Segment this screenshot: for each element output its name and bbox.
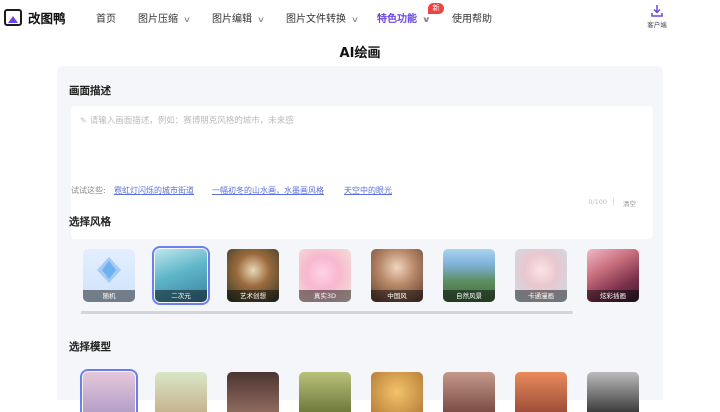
nav-features-label: 特色功能 xyxy=(377,14,417,25)
nav-edit-label: 图片编辑 xyxy=(212,14,252,25)
diamond-icon xyxy=(97,257,121,283)
chevron-down-icon: ∨ xyxy=(256,15,266,24)
nav-compress-label: 图片压缩 xyxy=(138,14,178,25)
nav-help[interactable]: 使用帮助 xyxy=(452,10,492,25)
nav-convert[interactable]: 图片文件转换 ∨ xyxy=(286,10,360,25)
chevron-down-icon: ∨ xyxy=(182,15,192,24)
nav-help-label: 使用帮助 xyxy=(452,14,492,25)
model-thumbnail xyxy=(371,372,423,412)
download-icon xyxy=(651,5,663,17)
clear-button[interactable]: 清空 xyxy=(623,198,636,208)
style-card-cartoon[interactable]: 卡通漫画 xyxy=(515,249,567,302)
model-thumbnail xyxy=(443,372,495,412)
chevron-down-icon: ∨ xyxy=(350,15,360,24)
model-thumbnail xyxy=(515,372,567,412)
description-title: 画面描述 xyxy=(69,85,111,97)
nav-home-label: 首页 xyxy=(96,14,116,25)
style-caption: 自然风景 xyxy=(443,290,495,302)
horizontal-scrollbar[interactable] xyxy=(81,311,573,314)
style-caption: 卡通漫画 xyxy=(515,290,567,302)
model-card[interactable] xyxy=(443,372,495,412)
model-card[interactable] xyxy=(371,372,423,412)
model-section-title: 选择模型 xyxy=(69,341,111,353)
ai-painting-panel: 画面描述 ✎ 请输入画面描述，例如：赛博朋克风格的城市，未来感 0/100 清空 … xyxy=(57,66,663,412)
placeholder-text: 请输入画面描述，例如：赛博朋克风格的城市，未来感 xyxy=(89,116,294,126)
suggestion-link[interactable]: 霓虹灯闪烁的城市街道 xyxy=(114,185,194,196)
suggestion-link[interactable]: 一幅初冬的山水画，水墨画风格 xyxy=(212,185,324,196)
style-caption: 随机 xyxy=(83,290,135,302)
model-card[interactable] xyxy=(587,372,639,412)
chevron-down-icon: ∨ xyxy=(421,15,431,24)
nav-features[interactable]: 特色功能 ∨ xyxy=(377,10,431,25)
model-card[interactable] xyxy=(227,372,279,412)
top-navigation: 改图鸭 首页 图片压缩 ∨ 图片编辑 ∨ 图片文件转换 ∨ 特色功能 ∨ 新 使用帮助 … xyxy=(0,0,720,34)
model-thumbnail xyxy=(299,372,351,412)
logo[interactable]: 改图鸭 xyxy=(4,8,66,27)
character-count: 0/100 xyxy=(588,198,607,206)
description-placeholder: ✎ 请输入画面描述，例如：赛博朋克风格的城市，未来感 xyxy=(80,114,294,126)
nav-convert-label: 图片文件转换 xyxy=(286,14,346,25)
logo-icon xyxy=(4,9,22,26)
style-card-anime[interactable]: 二次元 xyxy=(152,246,210,305)
style-card-random[interactable]: 随机 xyxy=(83,249,135,302)
description-textarea[interactable]: ✎ 请输入画面描述，例如：赛博朋克风格的城市，未来感 0/100 清空 xyxy=(71,106,653,239)
style-card-colorful[interactable]: 炫彩插画 xyxy=(587,249,639,302)
model-card[interactable] xyxy=(299,372,351,412)
pencil-icon: ✎ xyxy=(80,116,87,125)
new-badge: 新 xyxy=(428,3,444,14)
model-thumbnail xyxy=(227,372,279,412)
style-card-landscape[interactable]: 自然风景 xyxy=(443,249,495,302)
client-download-button[interactable]: 客户端 xyxy=(643,4,671,29)
style-caption: 真实3D xyxy=(299,290,351,302)
model-card[interactable] xyxy=(155,372,207,412)
nav-edit[interactable]: 图片编辑 ∨ xyxy=(212,10,266,25)
style-card-chinese[interactable]: 中国风 xyxy=(371,249,423,302)
model-card[interactable] xyxy=(80,369,138,412)
nav-home[interactable]: 首页 xyxy=(96,10,116,25)
nav-compress[interactable]: 图片压缩 ∨ xyxy=(138,10,192,25)
style-caption: 炫彩插画 xyxy=(587,290,639,302)
model-thumbnail xyxy=(155,372,207,412)
style-caption: 艺术创想 xyxy=(227,290,279,302)
style-card-art[interactable]: 艺术创想 xyxy=(227,249,279,302)
model-card[interactable] xyxy=(515,372,567,412)
style-caption: 二次元 xyxy=(155,290,207,302)
model-thumbnail xyxy=(83,372,135,412)
style-caption: 中国风 xyxy=(371,290,423,302)
model-thumbnail xyxy=(587,372,639,412)
client-label: 客户端 xyxy=(647,21,667,29)
brand-name: 改图鸭 xyxy=(28,11,66,26)
style-section-title: 选择风格 xyxy=(69,216,111,228)
suggestion-label: 试试这些: xyxy=(71,186,106,195)
style-card-3d[interactable]: 真实3D xyxy=(299,249,351,302)
suggestion-link[interactable]: 天空中的眼光 xyxy=(344,185,392,196)
divider xyxy=(613,198,614,206)
page-title: AI绘画 xyxy=(339,46,381,61)
